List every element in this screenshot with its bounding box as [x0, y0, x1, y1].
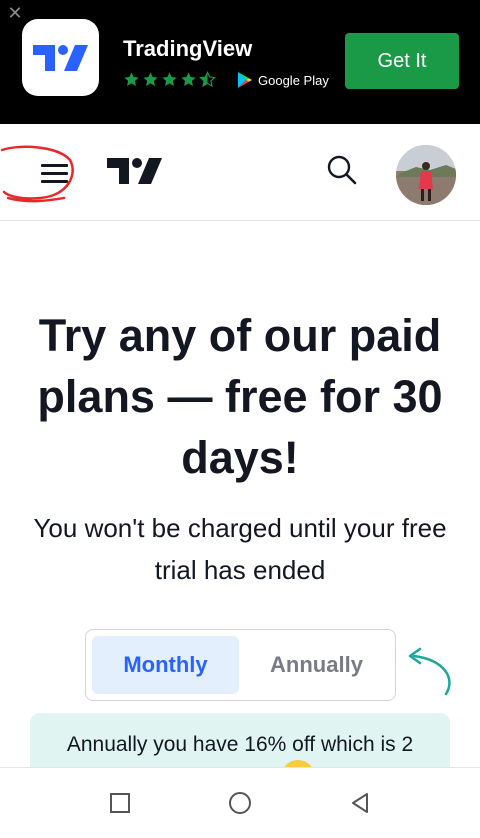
- promo-text: Annually you have 16% off which is 2: [66, 733, 414, 756]
- square-recents-icon[interactable]: [106, 789, 134, 817]
- avatar-photo: [396, 145, 456, 205]
- circle-home-icon[interactable]: [226, 789, 254, 817]
- page-headline: Try any of our paid plans — free for 30 …: [37, 310, 443, 483]
- google-play-badge: Google Play: [238, 72, 329, 88]
- star-icon: [162, 72, 177, 86]
- tradingview-app-logo-icon: [32, 44, 88, 71]
- search-icon[interactable]: [326, 154, 358, 186]
- get-it-button[interactable]: Get It: [345, 33, 459, 89]
- billing-period-toggle: Monthly Annually: [85, 629, 396, 701]
- app-icon: [22, 19, 99, 96]
- curved-arrow-annotation: [408, 647, 451, 696]
- hamburger-menu-icon[interactable]: [38, 161, 72, 185]
- toggle-monthly[interactable]: Monthly: [92, 636, 239, 694]
- tradingview-logo-icon[interactable]: [107, 156, 163, 186]
- site-header: [0, 124, 480, 221]
- trial-subtext: You won't be charged until your free tri…: [33, 513, 447, 585]
- user-avatar[interactable]: [396, 145, 456, 205]
- close-icon[interactable]: ✕: [6, 4, 24, 22]
- rating-stars: [123, 71, 216, 88]
- banner-app-name: TradingView: [123, 36, 253, 61]
- star-icon: [181, 72, 196, 86]
- star-icon: [124, 72, 139, 86]
- app-install-banner: ✕ TradingView Google Play Get It: [0, 0, 480, 124]
- half-star-icon: [199, 71, 216, 88]
- star-icon: [143, 72, 158, 86]
- toggle-annually[interactable]: Annually: [243, 636, 390, 694]
- triangle-back-icon[interactable]: [346, 789, 374, 817]
- google-play-icon: [238, 72, 252, 88]
- store-label: Google Play: [258, 72, 329, 88]
- system-nav-bar: [0, 767, 480, 838]
